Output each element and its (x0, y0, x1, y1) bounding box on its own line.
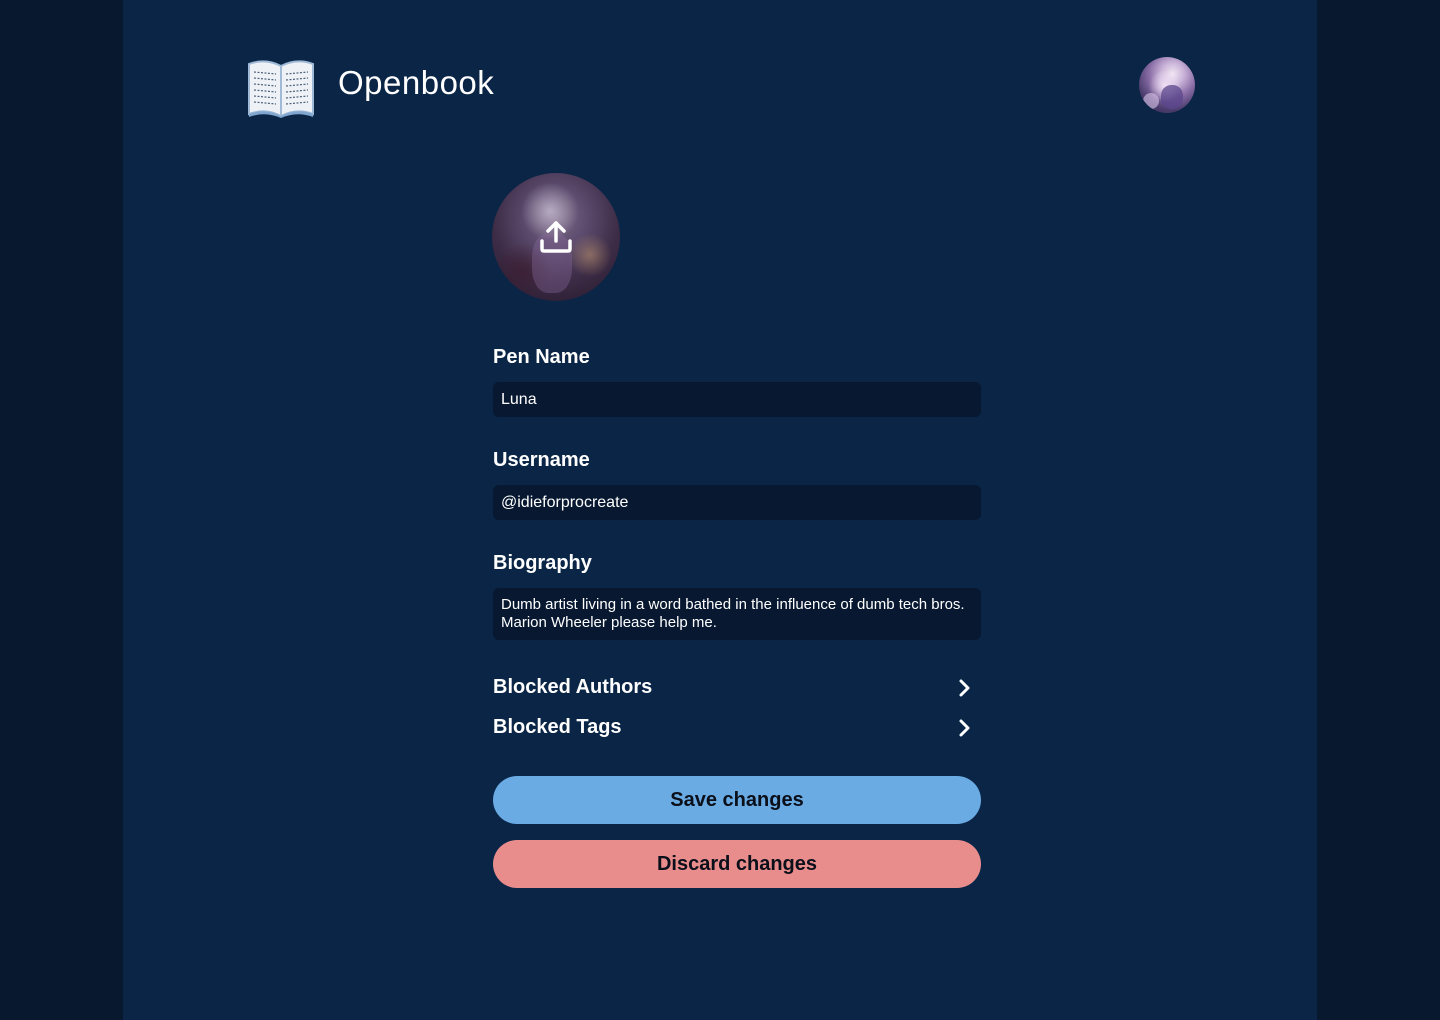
blocked-authors-label: Blocked Authors (493, 676, 653, 698)
chevron-right-icon (959, 679, 970, 697)
biography-textarea[interactable]: Dumb artist living in a word bathed in t… (493, 588, 981, 640)
page-container: Openbook Pen Name Luna Username @idiefor… (123, 0, 1317, 1020)
save-changes-button[interactable]: Save changes (493, 776, 981, 824)
upload-icon (540, 221, 572, 253)
blocked-authors-link[interactable]: Blocked Authors (493, 673, 981, 703)
blocked-tags-label: Blocked Tags (493, 716, 622, 738)
avatar-upload-button[interactable] (492, 173, 620, 301)
biography-label: Biography (493, 552, 592, 574)
pen-name-label: Pen Name (493, 346, 590, 368)
brand-name[interactable]: Openbook (338, 64, 494, 102)
profile-avatar[interactable] (1139, 57, 1195, 113)
blocked-tags-link[interactable]: Blocked Tags (493, 713, 981, 743)
chevron-right-icon (959, 719, 970, 737)
discard-changes-button[interactable]: Discard changes (493, 840, 981, 888)
pen-name-input[interactable]: Luna (493, 382, 981, 417)
open-book-icon (248, 60, 314, 118)
username-label: Username (493, 449, 590, 471)
username-input[interactable]: @idieforprocreate (493, 485, 981, 520)
